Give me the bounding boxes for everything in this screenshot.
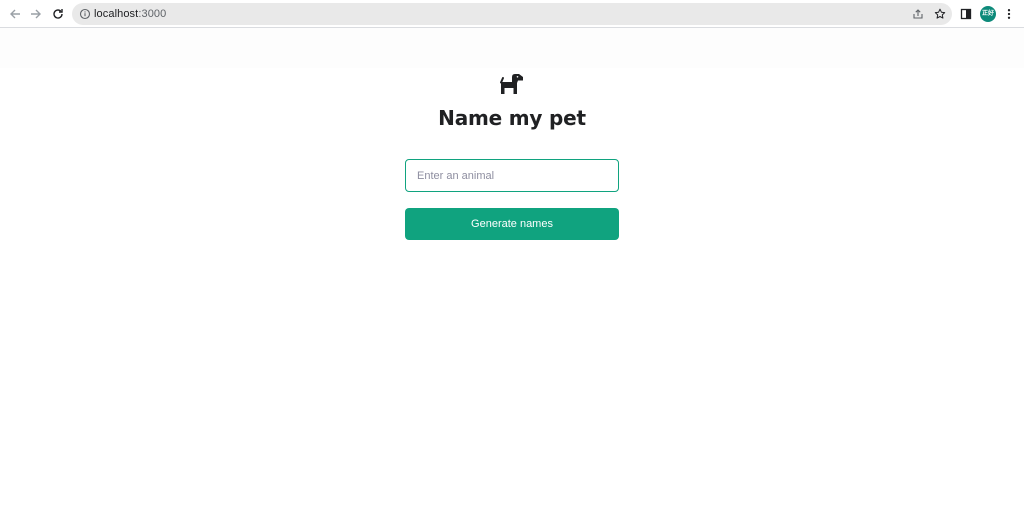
reload-icon (53, 9, 63, 19)
animal-input[interactable] (405, 159, 619, 192)
arrow-right-icon (31, 9, 41, 19)
share-icon (913, 9, 923, 19)
browser-toolbar: localhost:3000 正好 (0, 0, 1024, 28)
address-bar[interactable]: localhost:3000 (72, 3, 952, 25)
share-button[interactable] (911, 7, 925, 21)
side-panel-icon (960, 8, 972, 20)
generate-names-button[interactable]: Generate names (405, 208, 619, 240)
side-panel-button[interactable] (957, 5, 975, 23)
star-icon (934, 8, 946, 19)
kebab-menu-icon (1007, 9, 1011, 19)
browser-menu-button[interactable] (1000, 5, 1018, 23)
bookmark-button[interactable] (933, 7, 947, 21)
info-circle-icon[interactable] (78, 7, 92, 21)
back-button[interactable] (6, 5, 24, 23)
dog-icon (500, 74, 523, 94)
page-content: Name my pet Generate names (0, 28, 1024, 518)
url-port: :3000 (138, 8, 167, 20)
profile-avatar[interactable]: 正好 (980, 6, 996, 22)
forward-button[interactable] (27, 5, 45, 23)
url-host: localhost (94, 8, 139, 20)
page-title: Name my pet (438, 106, 586, 130)
reload-button[interactable] (49, 5, 67, 23)
url-text[interactable]: localhost:3000 (94, 6, 166, 22)
arrow-left-icon (10, 9, 20, 19)
